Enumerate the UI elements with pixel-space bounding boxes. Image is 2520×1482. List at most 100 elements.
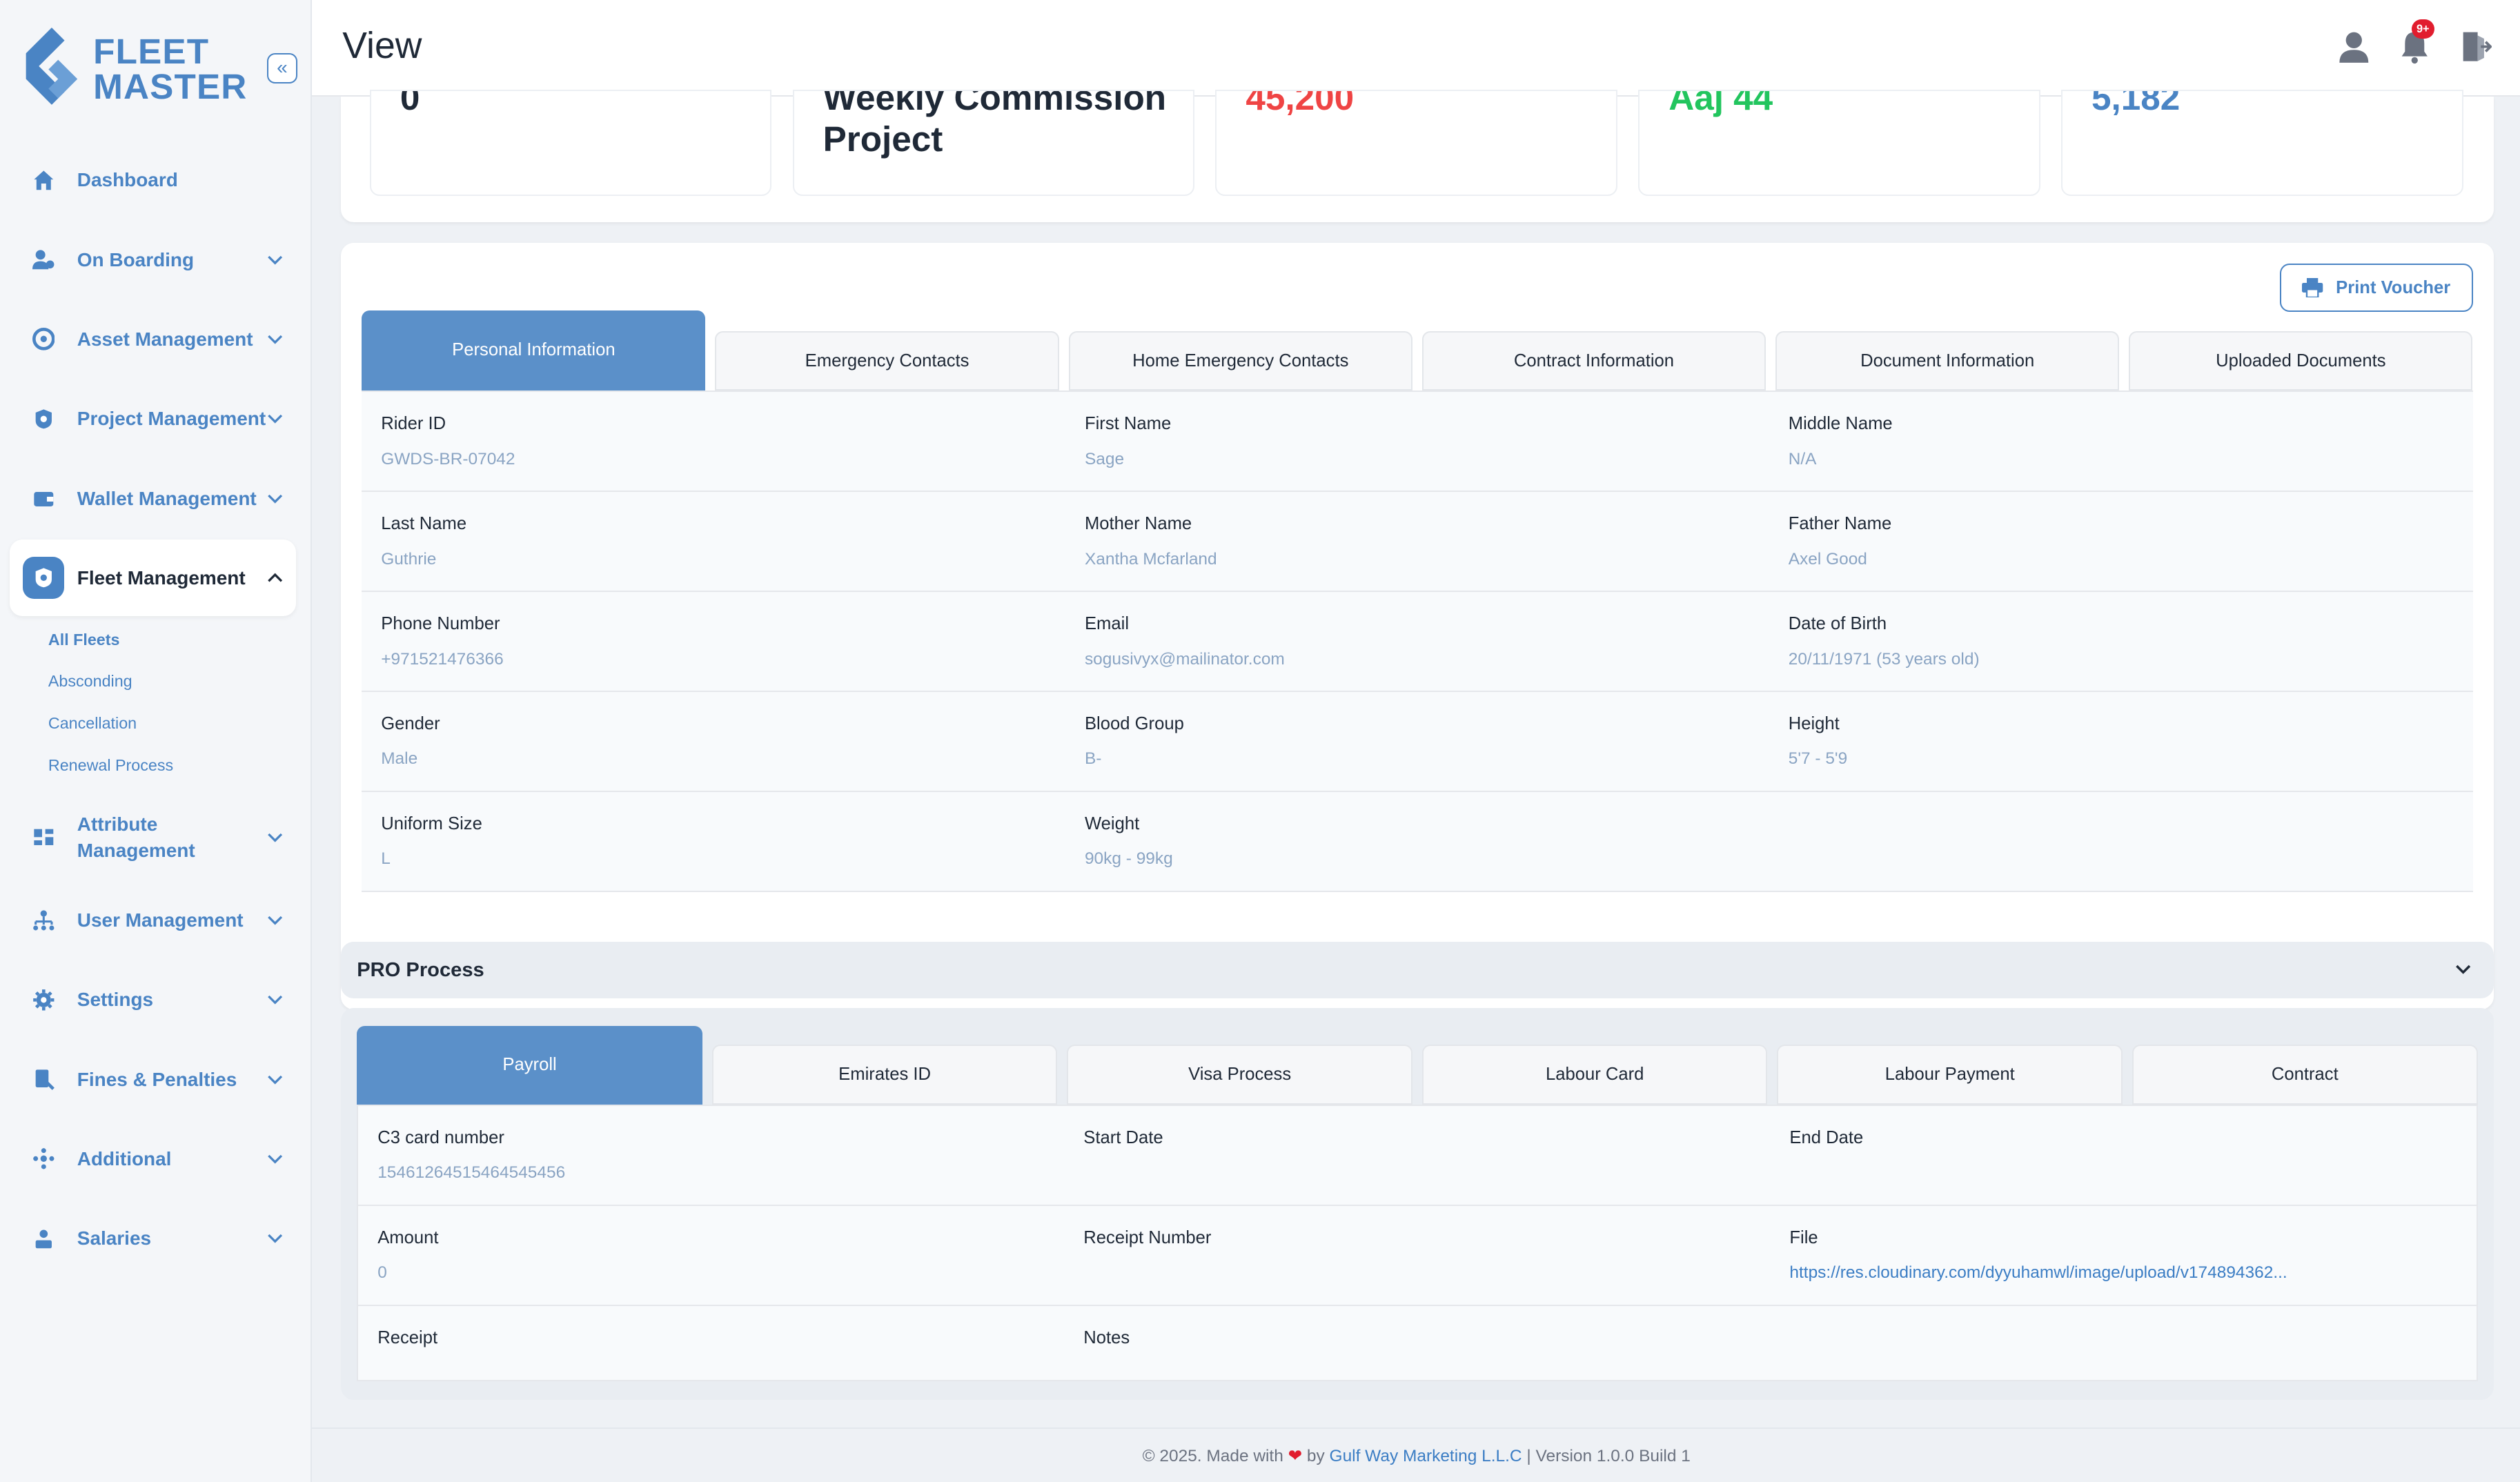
tab-payroll[interactable]: Payroll [357, 1025, 702, 1105]
additional-icon [23, 1138, 65, 1180]
file-link[interactable]: https://res.cloudinary.com/dyyuhamwl/ima… [1789, 1262, 2457, 1285]
notification-bell-icon[interactable]: 9+ [2399, 19, 2434, 64]
pro-process-title: PRO Process [357, 958, 484, 981]
submenu-item-absconding[interactable]: Absconding [48, 660, 312, 702]
sidebar-item-project-management[interactable]: Project Management [10, 380, 296, 457]
stat-card-3: 45,200 [1215, 90, 1617, 197]
sidebar-item-attribute-management[interactable]: Attribute Management [10, 796, 296, 879]
sidebar-item-label: Additional [77, 1148, 172, 1170]
field-first-name: First Name Sage [1065, 392, 1769, 491]
field-value: GWDS-BR-07042 [381, 449, 515, 468]
tab-document-information[interactable]: Document Information [1775, 330, 2120, 391]
field-label: Height [1788, 714, 1840, 734]
tab-emirates-id[interactable]: Emirates ID [711, 1045, 1058, 1105]
stat-value: Aaj 44 [1668, 90, 1773, 117]
submenu-item-cancellation[interactable]: Cancellation [48, 702, 312, 744]
tab-labour-card[interactable]: Labour Card [1421, 1045, 1768, 1105]
field-file: File https://res.cloudinary.com/dyyuhamwl… [1770, 1206, 2476, 1305]
stat-value: 5,182 [2091, 90, 2181, 117]
pro-process-card: Payroll Emirates ID Visa Process Labour … [340, 1007, 2494, 1401]
pro-process-header[interactable]: PRO Process [340, 942, 2494, 998]
footer-version: | Version 1.0.0 Build 1 [1526, 1447, 1691, 1466]
company-link[interactable]: Gulf Way Marketing L.L.C [1330, 1447, 1522, 1465]
fleet-icon [22, 557, 65, 599]
sidebar-item-label: Fines & Penalties [77, 1068, 237, 1090]
field-c3-card-number: C3 card number 15461264515464545456 [358, 1106, 1064, 1205]
tab-uploaded-documents[interactable]: Uploaded Documents [2129, 330, 2473, 391]
info-row: Rider ID GWDS-BR-07042 First Name Sage Mid… [362, 392, 2473, 493]
field-father-name: Father Name Axel Good [1769, 492, 2473, 591]
info-row: Amount 0 Receipt Number File https://res.c… [358, 1205, 2477, 1306]
salaries-icon [23, 1218, 65, 1260]
logout-icon[interactable] [2460, 29, 2492, 64]
tab-visa-process[interactable]: Visa Process [1067, 1045, 1412, 1105]
sidebar-item-on-boarding[interactable]: On Boarding [10, 221, 296, 298]
sidebar-item-fleet-management[interactable]: Fleet Management [9, 539, 296, 617]
sidebar-item-wallet-management[interactable]: Wallet Management [10, 460, 296, 537]
sidebar-item-settings[interactable]: Settings [10, 961, 296, 1038]
chevron-down-icon [267, 1154, 282, 1164]
tab-personal-information[interactable]: Personal Information [362, 310, 706, 391]
sidebar-item-salaries[interactable]: Salaries [10, 1200, 296, 1277]
field-label: Notes [1083, 1327, 1130, 1347]
app-logo[interactable]: FLEET MASTER [23, 27, 248, 111]
field-receipt-number: Receipt Number [1064, 1206, 1770, 1305]
field-label: Mother Name [1084, 514, 1192, 534]
collapse-sidebar-button[interactable]: « [266, 52, 298, 84]
field-middle-name: Middle Name N/A [1769, 392, 2473, 491]
top-bar: View 9+ [312, 0, 2520, 97]
heart-icon: ❤ [1288, 1447, 1303, 1466]
tab-home-emergency-contacts[interactable]: Home Emergency Contacts [1068, 330, 1412, 391]
sidebar-item-label: Project Management [77, 408, 266, 430]
sidebar-item-fines-penalties[interactable]: Fines & Penalties [10, 1040, 296, 1118]
field-label: Blood Group [1084, 714, 1184, 734]
tab-emergency-contacts[interactable]: Emergency Contacts [715, 330, 1059, 391]
field-value: B- [1084, 749, 1102, 769]
stat-card-5: 5,182 [2061, 90, 2463, 197]
chevron-down-icon [2456, 965, 2471, 975]
field-height: Height 5'7 - 5'9 [1769, 692, 2473, 791]
chevron-down-icon [267, 494, 282, 504]
field-label: First Name [1084, 414, 1172, 434]
info-row: C3 card number 15461264515464545456 Start… [358, 1105, 2477, 1206]
field-value: Male [381, 749, 418, 769]
user-profile-icon[interactable] [2338, 29, 2370, 64]
footer: © 2025. Made with ❤ by Gulf Way Marketin… [312, 1427, 2520, 1482]
project-icon [23, 398, 65, 440]
sidebar-item-dashboard[interactable]: Dashboard [10, 141, 296, 219]
field-label: End Date [1789, 1127, 1864, 1147]
fines-icon [23, 1058, 65, 1100]
sidebar-nav: Dashboard On Boarding Asset Management P… [0, 141, 312, 1279]
field-empty [1769, 792, 2473, 891]
field-label: C3 card number [377, 1127, 504, 1147]
sidebar: FLEET MASTER « Dashboard On Boarding Ass… [0, 0, 313, 1482]
sidebar-item-label: Fleet Management [77, 566, 246, 589]
tab-contract[interactable]: Contract [2132, 1045, 2478, 1105]
tab-labour-payment[interactable]: Labour Payment [1777, 1045, 2123, 1105]
print-voucher-button[interactable]: Print Voucher [2279, 264, 2473, 312]
chevron-up-icon [267, 573, 282, 582]
sidebar-item-label: Salaries [77, 1227, 152, 1249]
field-label: Gender [381, 714, 440, 734]
field-value: 5'7 - 5'9 [1788, 749, 1848, 769]
home-icon [23, 159, 65, 201]
attribute-icon [23, 816, 65, 858]
field-label: Start Date [1083, 1127, 1163, 1147]
info-row: Phone Number +971521476366 Email sogusivyx… [362, 592, 2473, 692]
submenu-item-all-fleets[interactable]: All Fleets [48, 619, 312, 661]
sidebar-item-asset-management[interactable]: Asset Management [10, 301, 296, 378]
chevron-down-icon [267, 335, 282, 344]
sidebar-item-label: On Boarding [77, 248, 195, 270]
submenu-item-renewal-process[interactable]: Renewal Process [48, 744, 312, 787]
sidebar-item-user-management[interactable]: User Management [10, 882, 296, 959]
sidebar-item-additional[interactable]: Additional [10, 1120, 296, 1198]
top-icons: 9+ [2338, 19, 2492, 64]
field-label: Receipt Number [1083, 1227, 1212, 1247]
stat-value: 45,200 [1246, 90, 1355, 117]
field-value: Guthrie [381, 549, 437, 569]
tab-contract-information[interactable]: Contract Information [1421, 330, 1766, 391]
chevron-down-icon [267, 916, 282, 925]
logo-text-line1: FLEET [93, 31, 210, 71]
sidebar-item-label: Wallet Management [77, 487, 257, 509]
wallet-icon [23, 477, 65, 520]
